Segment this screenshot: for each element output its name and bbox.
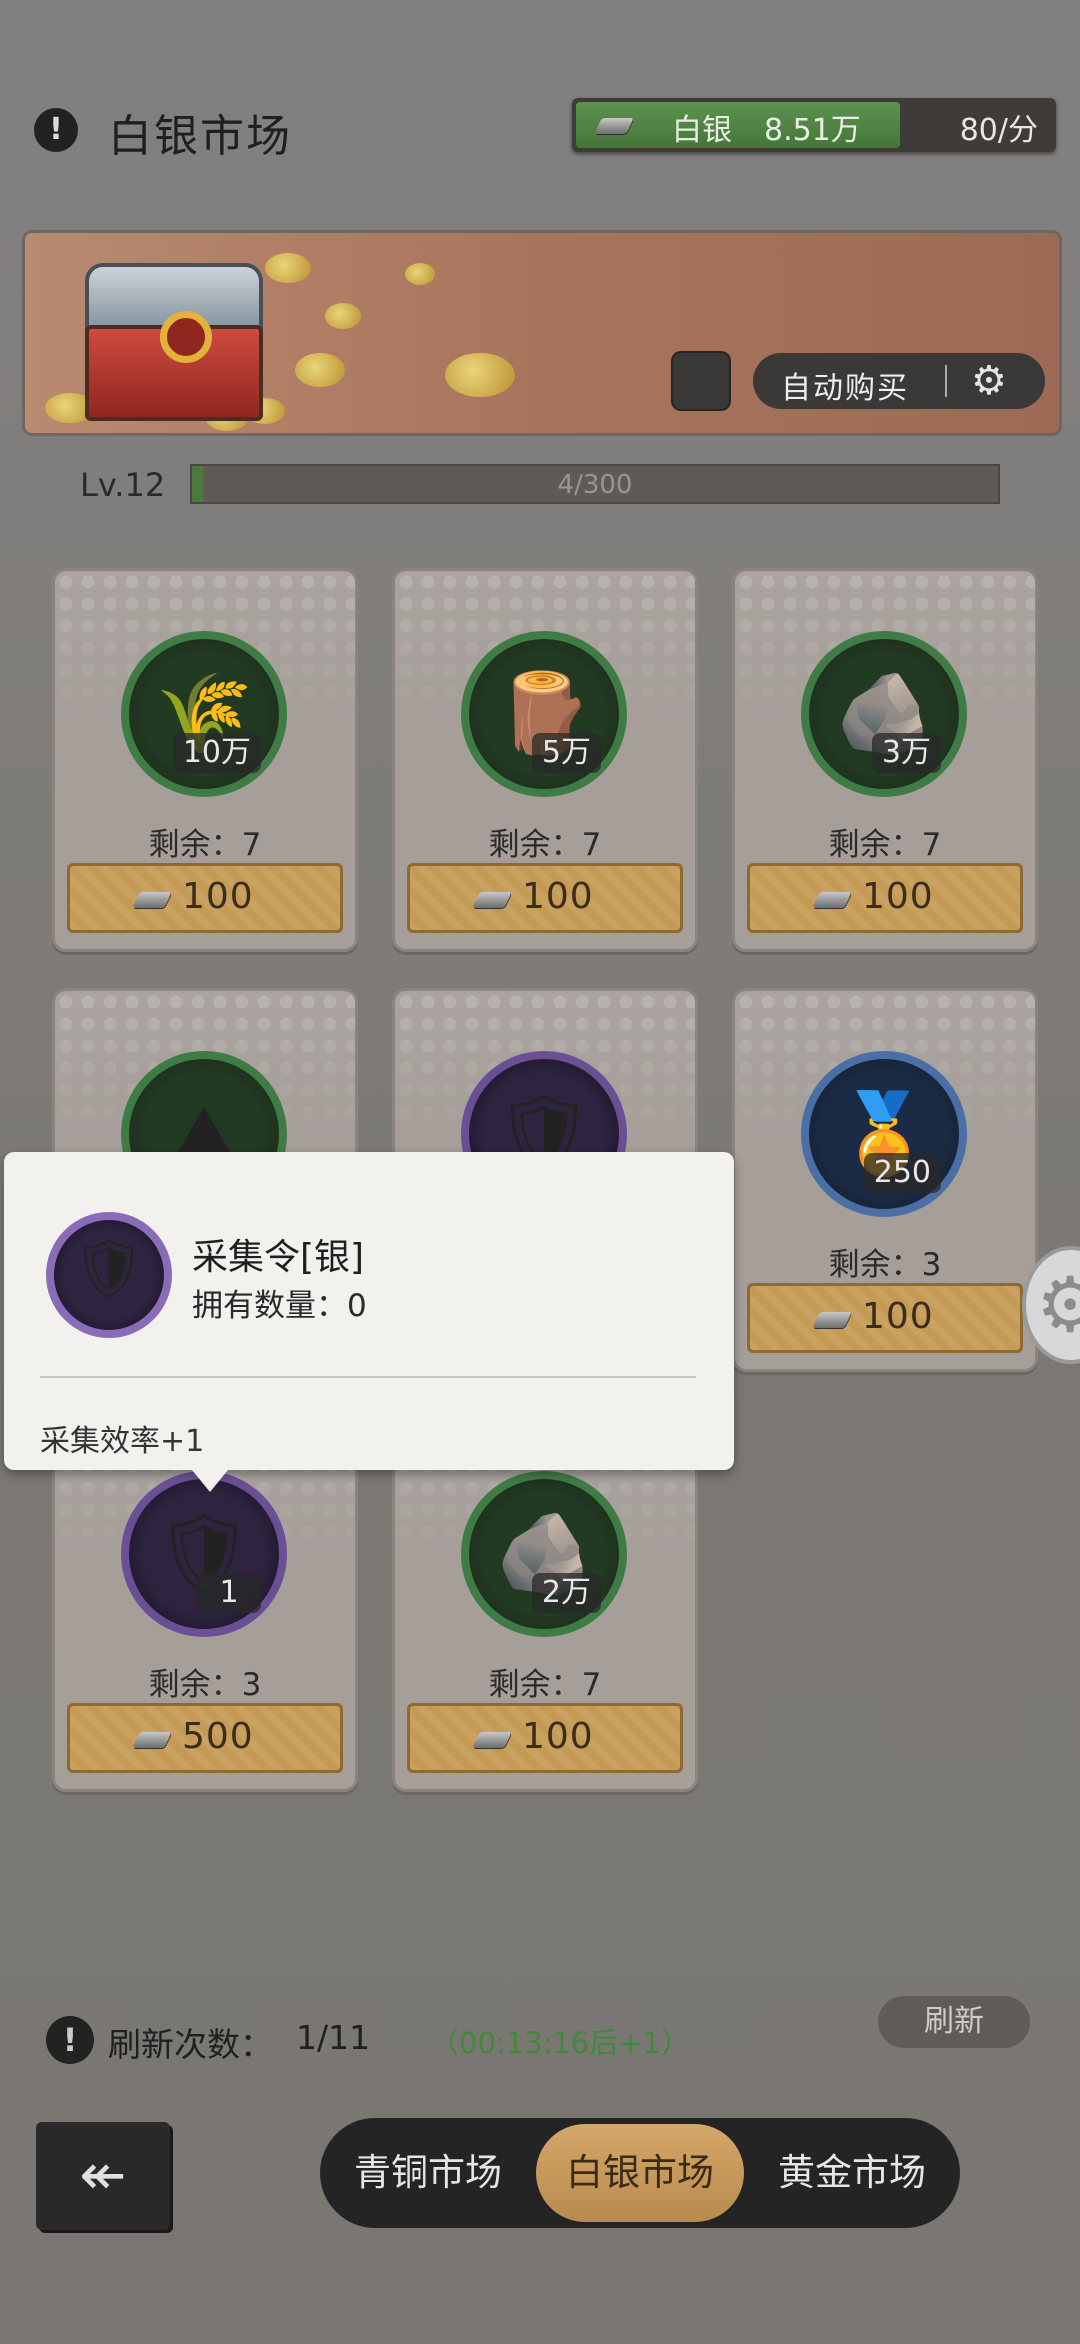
auto-buy-label: 自动购买 (781, 371, 909, 406)
refresh-button[interactable]: 刷新 (878, 1996, 1030, 2048)
auto-buy-button[interactable]: 自动购买 ⚙ (753, 353, 1045, 409)
shop-card-wood-log[interactable]: 🪵 5万剩余：7 100 (392, 568, 698, 952)
wheat-icon[interactable]: 🌾 10万 (121, 631, 287, 797)
silver-ingot-icon (812, 1304, 854, 1334)
remaining-count: 剩余：7 (148, 827, 262, 863)
silver-ingot-icon (594, 110, 636, 140)
remaining-count: 剩余：7 (488, 827, 602, 863)
medal-icon[interactable]: 🏅 250 (801, 1051, 967, 1217)
gather-token-silver-icon[interactable]: 🛡 1 (121, 1471, 287, 1637)
silver-ingot-icon (132, 884, 174, 914)
tab-gold-market[interactable]: 黄金市场 (746, 2118, 958, 2228)
currency-display: 白银 8.51万 80/分 (572, 98, 1056, 152)
coin-decoration (405, 263, 435, 285)
silver-ingot-icon (132, 1724, 174, 1754)
price-label: 500 (182, 1716, 254, 1757)
treasure-chest-icon (75, 263, 265, 421)
item-quantity-badge: 3万 (871, 733, 941, 773)
item-quantity-badge: 250 (863, 1153, 941, 1193)
coin-decoration (265, 253, 311, 283)
shop-card-medal[interactable]: 🏅 250 剩余：3 100 (732, 988, 1038, 1372)
price-label: 100 (862, 1296, 934, 1337)
silver-ingot-icon (812, 884, 854, 914)
info-icon[interactable]: ! (46, 2016, 94, 2064)
level-progress-text: 4/300 (557, 470, 633, 500)
silver-ingot-icon (472, 884, 514, 914)
buy-button[interactable]: 100 (747, 1283, 1023, 1353)
coin-decoration (445, 353, 515, 397)
currency-amount: 8.51万 (764, 113, 861, 148)
stone-icon[interactable]: 🪨 3万 (801, 631, 967, 797)
shop-card-stone[interactable]: 🪨 3万剩余：7 100 (732, 568, 1038, 952)
info-icon[interactable]: ! (34, 108, 78, 152)
buy-button[interactable]: 500 (67, 1703, 343, 1773)
remaining-count: 剩余：7 (828, 827, 942, 863)
item-quantity-badge: 1 (197, 1573, 261, 1613)
refresh-label: 刷新次数： (108, 2025, 273, 2064)
tooltip-title: 采集令[银] (192, 1237, 365, 1278)
price-label: 100 (522, 1716, 594, 1757)
page-title: 白银市场 (108, 111, 292, 162)
refresh-timer: （00:13:16后+1） (430, 2026, 690, 2060)
gear-icon[interactable]: ⚙ (971, 359, 1007, 403)
remaining-count: 剩余：3 (148, 1667, 262, 1703)
remaining-count: 剩余：3 (828, 1247, 942, 1283)
coin-decoration (295, 353, 345, 387)
divider (40, 1376, 696, 1378)
item-quantity-badge: 2万 (531, 1573, 601, 1613)
tooltip-description: 采集效率+1 (40, 1424, 205, 1459)
item-tooltip: 🛡 采集令[银] 拥有数量：0 采集效率+1 (4, 1152, 734, 1492)
back-arrow-icon[interactable]: ↞ (36, 2122, 170, 2230)
refresh-count: 1/11 (296, 2018, 371, 2057)
auto-buy-checkbox[interactable] (673, 353, 729, 409)
price-label: 100 (182, 876, 254, 917)
level-progress-bar: 4/300 (190, 464, 1000, 504)
wood-log-icon[interactable]: 🪵 5万 (461, 631, 627, 797)
tooltip-owned: 拥有数量：0 (192, 1288, 367, 1324)
shop-card-wheat[interactable]: 🌾 10万剩余：7 100 (52, 568, 358, 952)
remaining-count: 剩余：7 (488, 1667, 602, 1703)
buy-button[interactable]: 100 (747, 863, 1023, 933)
price-label: 100 (522, 876, 594, 917)
coin-decoration (325, 303, 361, 329)
buy-button[interactable]: 100 (407, 863, 683, 933)
item-quantity-badge: 10万 (172, 733, 261, 773)
silver-ingot-icon (472, 1724, 514, 1754)
gather-token-icon: 🛡 (46, 1212, 172, 1338)
market-banner: 自动购买 ⚙ (22, 230, 1062, 436)
header: ! 白银市场 白银 8.51万 80/分 (0, 0, 1080, 200)
ore-icon[interactable]: 🪨 2万 (461, 1471, 627, 1637)
tab-bronze-market[interactable]: 青铜市场 (322, 2118, 534, 2228)
level-label: Lv.12 (80, 466, 166, 504)
currency-rate: 80/分 (959, 113, 1038, 148)
tab-silver-market[interactable]: 白银市场 (534, 2118, 746, 2228)
buy-button[interactable]: 100 (67, 863, 343, 933)
price-label: 100 (862, 876, 934, 917)
currency-name: 白银 (672, 113, 732, 148)
item-quantity-badge: 5万 (531, 733, 601, 773)
divider (945, 365, 947, 397)
market-tabs: 青铜市场 白银市场 黄金市场 (320, 2118, 960, 2228)
buy-button[interactable]: 100 (407, 1703, 683, 1773)
